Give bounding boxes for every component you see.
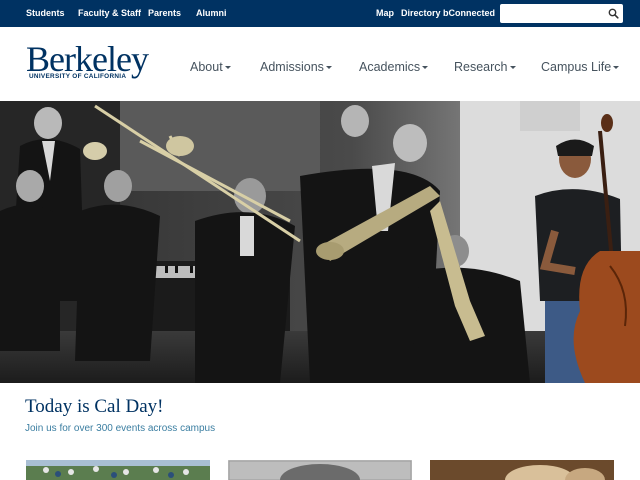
link-bconnected[interactable]: bConnected	[443, 8, 495, 18]
logo-wordmark: Berkeley	[26, 39, 149, 79]
nav-item-academics[interactable]: Academics	[359, 60, 429, 74]
card-image-1[interactable]	[26, 460, 210, 480]
link-faculty-staff[interactable]: Faculty & Staff	[78, 8, 141, 18]
logo-subtitle: UNIVERSITY OF CALIFORNIA	[29, 73, 127, 80]
feature-title[interactable]: Today is Cal Day!	[25, 396, 164, 418]
nav-label: Admissions	[260, 60, 324, 74]
link-map[interactable]: Map	[376, 8, 394, 18]
caret-down-icon	[325, 66, 332, 70]
card-image-2[interactable]	[228, 460, 412, 480]
nav-item-research[interactable]: Research	[454, 60, 516, 74]
search-box	[500, 4, 623, 23]
nav-label: About	[190, 60, 223, 74]
caret-down-icon	[613, 66, 620, 70]
feature-subtitle[interactable]: Join us for over 300 events across campu…	[25, 423, 215, 434]
link-students[interactable]: Students	[26, 8, 65, 18]
caret-down-icon	[422, 66, 429, 70]
hero-image[interactable]	[0, 101, 640, 383]
site-header: Berkeley UNIVERSITY OF CALIFORNIA About …	[0, 27, 640, 101]
nav-label: Research	[454, 60, 508, 74]
utility-bar: Students Faculty & Staff Parents Alumni …	[0, 0, 640, 27]
card-image-3[interactable]	[430, 460, 614, 480]
nav-item-about[interactable]: About	[190, 60, 231, 74]
link-alumni[interactable]: Alumni	[196, 8, 227, 18]
caret-down-icon	[509, 66, 516, 70]
link-directory[interactable]: Directory	[401, 8, 441, 18]
search-input[interactable]	[500, 4, 605, 23]
link-parents[interactable]: Parents	[148, 8, 181, 18]
search-icon[interactable]	[607, 7, 620, 20]
nav-label: Academics	[359, 60, 421, 74]
nav-label: Campus Life	[541, 60, 612, 74]
berkeley-logo[interactable]: Berkeley UNIVERSITY OF CALIFORNIA	[26, 39, 149, 83]
nav-item-admissions[interactable]: Admissions	[260, 60, 332, 74]
nav-item-campus-life[interactable]: Campus Life	[541, 60, 620, 74]
caret-down-icon	[224, 66, 231, 70]
